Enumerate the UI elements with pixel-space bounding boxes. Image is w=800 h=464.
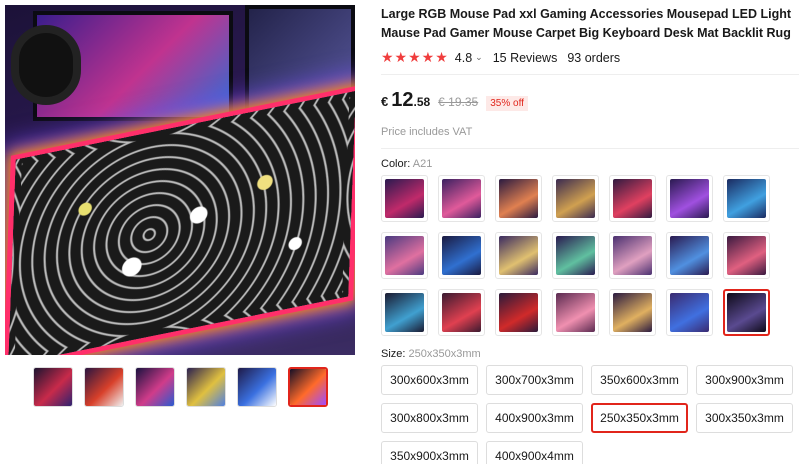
- color-swatch-image: [613, 179, 652, 218]
- color-swatch[interactable]: [723, 289, 770, 336]
- price-row: € 12 .58 € 19.35 35% off: [381, 89, 796, 112]
- thumbnail-image[interactable]: [186, 367, 226, 407]
- thumbnail-image[interactable]: [84, 367, 124, 407]
- color-swatch-image: [442, 293, 481, 332]
- chevron-down-icon[interactable]: ⌄: [475, 52, 483, 63]
- color-swatch[interactable]: [495, 289, 542, 336]
- color-swatch-image: [385, 179, 424, 218]
- color-swatch[interactable]: [438, 289, 485, 336]
- discount-badge: 35% off: [486, 96, 528, 111]
- color-swatch[interactable]: [666, 289, 713, 336]
- color-swatch-image: [727, 293, 766, 332]
- color-swatch[interactable]: [495, 175, 542, 222]
- color-swatch-image: [499, 236, 538, 275]
- product-title: Large RGB Mouse Pad xxl Gaming Accessori…: [381, 7, 792, 40]
- color-swatch[interactable]: [552, 175, 599, 222]
- reviews-link[interactable]: 15 Reviews: [493, 51, 558, 65]
- color-swatch[interactable]: [381, 232, 428, 279]
- divider: [381, 148, 799, 149]
- thumbnail-image[interactable]: [33, 367, 73, 407]
- headset-decoration: [11, 25, 81, 105]
- color-swatch-image: [670, 293, 709, 332]
- rating-row: ★★★★★ 4.8 ⌄ 15 Reviews 93 orders: [381, 49, 796, 66]
- color-swatch-grid: [381, 175, 796, 336]
- color-swatch[interactable]: [666, 175, 713, 222]
- color-label: Color: A21: [381, 158, 796, 170]
- color-swatch[interactable]: [438, 175, 485, 222]
- size-option-button[interactable]: 300x800x3mm: [381, 403, 478, 433]
- thumbnail-preview: [238, 368, 276, 406]
- size-option-button[interactable]: 400x900x4mm: [486, 441, 583, 464]
- rating-value[interactable]: 4.8: [455, 51, 472, 65]
- size-option-button[interactable]: 250x350x3mm: [591, 403, 688, 433]
- thumbnail-preview: [34, 368, 72, 406]
- size-option-button[interactable]: 350x600x3mm: [591, 365, 688, 395]
- product-details: Large RGB Mouse Pad xxl Gaming Accessori…: [381, 0, 799, 464]
- size-option-button[interactable]: 400x900x3mm: [486, 403, 583, 433]
- divider: [381, 74, 799, 75]
- size-option-button[interactable]: 350x900x3mm: [381, 441, 478, 464]
- color-swatch-image: [613, 293, 652, 332]
- color-swatch[interactable]: [495, 232, 542, 279]
- color-swatch[interactable]: [381, 289, 428, 336]
- color-swatch[interactable]: [381, 175, 428, 222]
- size-option-button[interactable]: 300x700x3mm: [486, 365, 583, 395]
- color-swatch-image: [556, 236, 595, 275]
- size-selected-value: 250x350x3mm: [408, 348, 481, 360]
- price-currency: €: [381, 94, 389, 109]
- color-swatch-image: [499, 179, 538, 218]
- size-label: Size: 250x350x3mm: [381, 348, 796, 360]
- color-swatch-image: [442, 179, 481, 218]
- color-swatch[interactable]: [609, 289, 656, 336]
- color-swatch-image: [556, 293, 595, 332]
- thumbnail-image[interactable]: [237, 367, 277, 407]
- size-label-text: Size:: [381, 348, 409, 360]
- price-decimal: .58: [413, 95, 431, 109]
- color-swatch-image: [670, 179, 709, 218]
- color-swatch-image: [670, 236, 709, 275]
- color-swatch[interactable]: [666, 232, 713, 279]
- size-option-grid: 300x600x3mm 300x700x3mm 350x600x3mm 300x900…: [381, 365, 796, 464]
- color-swatch[interactable]: [723, 175, 770, 222]
- thumbnail-image[interactable]: [288, 367, 328, 407]
- size-option-button[interactable]: 300x600x3mm: [381, 365, 478, 395]
- color-label-text: Color:: [381, 158, 413, 170]
- thumbnail-preview: [290, 369, 326, 405]
- color-swatch-image: [556, 179, 595, 218]
- color-swatch-image: [613, 236, 652, 275]
- size-option-button[interactable]: 300x900x3mm: [696, 365, 793, 395]
- color-swatch[interactable]: [609, 232, 656, 279]
- thumbnail-image[interactable]: [135, 367, 175, 407]
- color-swatch-image: [442, 236, 481, 275]
- original-price: € 19.35: [438, 95, 479, 109]
- color-swatch-image: [727, 236, 766, 275]
- size-option-button[interactable]: 300x350x3mm: [696, 403, 793, 433]
- main-product-image[interactable]: [5, 5, 355, 355]
- color-swatch-image: [385, 236, 424, 275]
- orders-count: 93 orders: [567, 50, 621, 65]
- star-rating-icon: ★★★★★: [381, 49, 449, 65]
- price-integer: 12: [391, 89, 414, 111]
- color-swatch[interactable]: [723, 232, 770, 279]
- thumbnail-preview: [85, 368, 123, 406]
- thumbnail-strip: [33, 367, 328, 407]
- color-swatch[interactable]: [552, 232, 599, 279]
- color-swatch[interactable]: [438, 232, 485, 279]
- color-swatch-image: [499, 293, 538, 332]
- vat-note: Price includes VAT: [381, 126, 473, 138]
- thumbnail-preview: [136, 368, 174, 406]
- color-swatch[interactable]: [609, 175, 656, 222]
- color-swatch-image: [727, 179, 766, 218]
- color-swatch[interactable]: [552, 289, 599, 336]
- color-swatch-image: [385, 293, 424, 332]
- thumbnail-preview: [187, 368, 225, 406]
- color-selected-value: A21: [412, 158, 433, 170]
